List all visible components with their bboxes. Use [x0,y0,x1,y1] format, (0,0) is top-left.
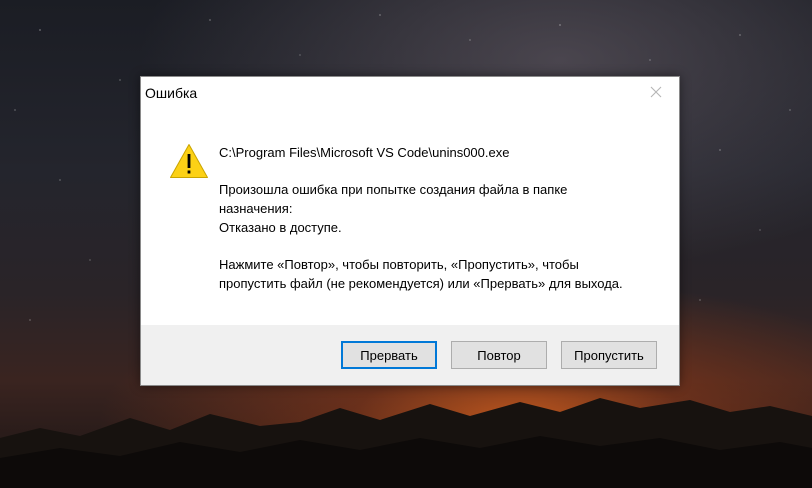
title-bar: Ошибка [141,77,679,109]
dialog-title: Ошибка [145,85,198,101]
close-button[interactable] [633,77,679,107]
message-text: C:\Program Files\Microsoft VS Code\unins… [219,143,659,293]
button-bar: Прервать Повтор Пропустить [141,325,679,385]
close-icon [650,86,662,98]
error-message: Произошла ошибка при попытке создания фа… [219,182,568,235]
warning-icon [170,144,208,178]
dialog-content: C:\Program Files\Microsoft VS Code\unins… [141,109,679,325]
error-dialog: Ошибка C:\Program Files\Microsoft VS Cod… [140,76,680,386]
ignore-button[interactable]: Пропустить [561,341,657,369]
abort-button[interactable]: Прервать [341,341,437,369]
retry-button[interactable]: Повтор [451,341,547,369]
file-path: C:\Program Files\Microsoft VS Code\unins… [219,145,510,160]
instructions-text: Нажмите «Повтор», чтобы повторить, «Проп… [219,257,623,291]
mountain-silhouette [0,398,812,488]
